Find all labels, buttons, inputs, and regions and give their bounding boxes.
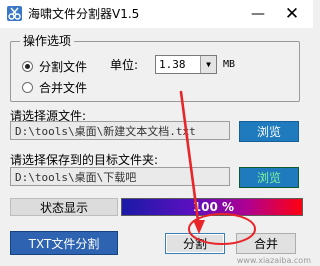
progress-text: 100 % (192, 200, 234, 214)
split-radio[interactable] (22, 61, 33, 72)
split-radio-option[interactable]: 分割文件 (22, 58, 87, 75)
merge-radio[interactable] (22, 82, 33, 93)
split-button[interactable]: 分割 (165, 233, 225, 254)
unit-size-select[interactable]: 1.38 ▼ (155, 55, 217, 74)
options-group-title: 操作选项 (20, 34, 75, 48)
txt-split-button[interactable]: TXT文件分割 (10, 231, 118, 255)
close-button[interactable]: ✕ (281, 4, 303, 24)
target-browse-label: 浏览 (256, 171, 281, 185)
progress-bar: 100 % (121, 198, 303, 216)
unit-suffix: MB (223, 59, 236, 70)
merge-radio-option[interactable]: 合并文件 (22, 79, 87, 96)
chevron-down-icon[interactable]: ▼ (200, 56, 216, 73)
app-icon (7, 6, 22, 21)
target-browse-button[interactable]: 浏览 (239, 167, 299, 188)
unit-label: 单位: (110, 58, 139, 72)
source-browse-button[interactable]: 浏览 (239, 121, 299, 142)
window-title: 海啸文件分割器V1.5 (28, 7, 140, 21)
source-file-field[interactable]: D:\tools\桌面\新建文本文档.txt (10, 121, 230, 140)
target-folder-label: 请选择保存到的目标文件夹: (10, 153, 159, 167)
target-folder-field[interactable]: D:\tools\桌面\下载吧 (10, 167, 230, 186)
split-radio-label: 分割文件 (39, 60, 88, 74)
merge-button[interactable]: 合并 (236, 233, 296, 254)
unit-size-value: 1.38 (159, 58, 186, 71)
minimize-button[interactable]: — (249, 4, 267, 24)
merge-radio-label: 合并文件 (39, 81, 88, 95)
status-label: 状态显示 (10, 198, 118, 216)
source-browse-label: 浏览 (256, 125, 281, 139)
watermark: www.xiazaiba.com (236, 256, 311, 265)
